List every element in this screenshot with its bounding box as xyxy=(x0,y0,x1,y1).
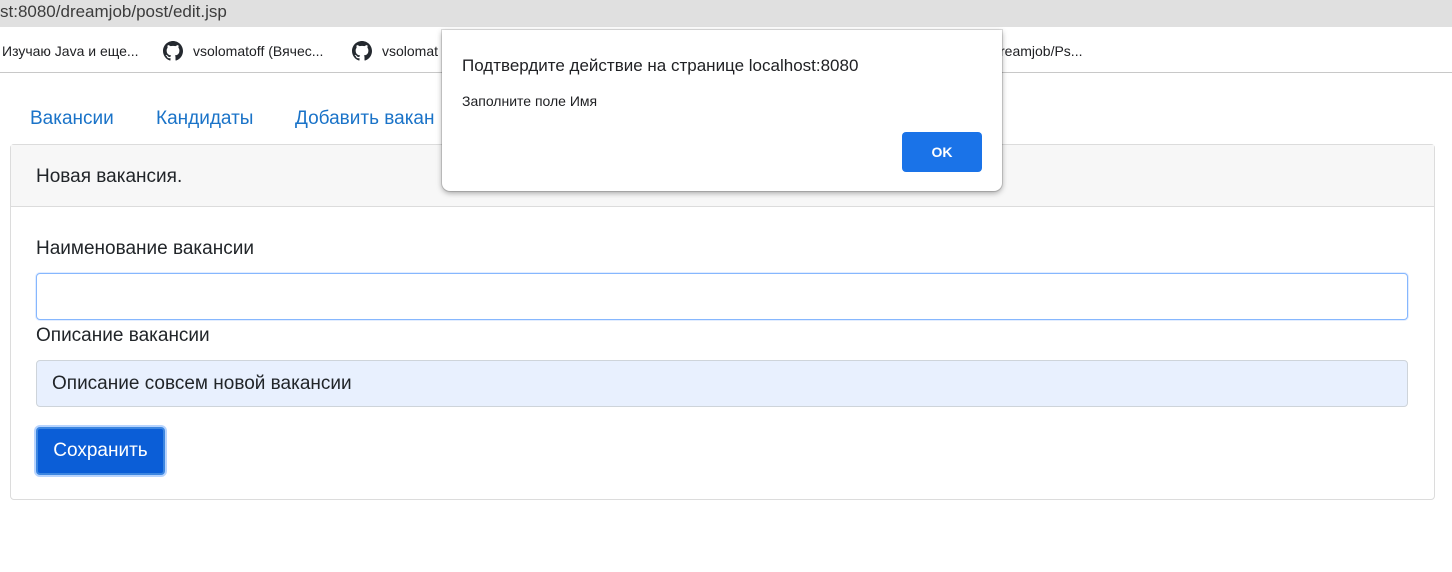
bookmark-item[interactable]: vsolomat xyxy=(352,40,438,62)
vacancy-description-label: Описание вакансии xyxy=(36,325,210,346)
bookmark-item[interactable]: reamjob/Ps... xyxy=(1000,40,1082,62)
vacancy-name-input[interactable] xyxy=(36,273,1408,320)
bookmark-label: vsolomat xyxy=(382,43,439,59)
bookmark-label: Изучаю Java и еще... xyxy=(2,43,139,59)
nav-link-candidates[interactable]: Кандидаты xyxy=(156,108,253,130)
nav-link-add-vacancy[interactable]: Добавить вакан xyxy=(295,108,435,130)
address-bar[interactable]: st:8080/dreamjob/post/edit.jsp xyxy=(0,0,1452,27)
github-icon xyxy=(163,41,183,61)
dialog-message: Заполните поле Имя xyxy=(462,93,598,109)
bookmark-item[interactable]: Изучаю Java и еще... xyxy=(2,40,139,62)
bookmark-item[interactable]: vsolomatoff (Вячес... xyxy=(163,40,323,62)
save-button[interactable]: Сохранить xyxy=(36,427,165,475)
address-url[interactable]: st:8080/dreamjob/post/edit.jsp xyxy=(0,2,227,22)
vacancy-form-card: Новая вакансия. Наименование вакансии Оп… xyxy=(10,144,1435,500)
github-icon xyxy=(352,41,372,61)
nav-link-vacancies[interactable]: Вакансии xyxy=(30,108,114,130)
bookmark-label: reamjob/Ps... xyxy=(1000,43,1083,59)
alert-dialog: Подтвердите действие на странице localho… xyxy=(442,30,1002,191)
vacancy-description-input[interactable] xyxy=(36,360,1408,407)
vacancy-name-label: Наименование вакансии xyxy=(36,238,254,259)
ok-button[interactable]: OK xyxy=(902,132,982,172)
dialog-title: Подтвердите действие на странице localho… xyxy=(462,56,859,75)
card-title: Новая вакансия. xyxy=(36,166,183,187)
bookmark-label: vsolomatoff (Вячес... xyxy=(193,43,324,59)
